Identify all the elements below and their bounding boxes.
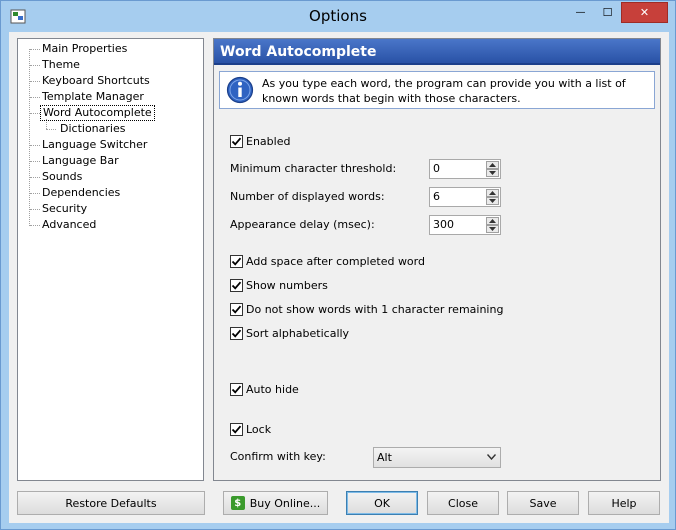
auto-hide-label: Auto hide bbox=[246, 382, 299, 396]
word-autocomplete-panel: Word Autocomplete As you type each word,… bbox=[213, 38, 661, 481]
buy-online-button[interactable]: $ Buy Online... bbox=[223, 491, 328, 515]
show-numbers-label: Show numbers bbox=[246, 278, 328, 292]
min-threshold-spinner[interactable]: 0 bbox=[429, 159, 501, 179]
no-one-char-checkbox[interactable]: Do not show words with 1 character remai… bbox=[230, 301, 503, 317]
panel-title: Word Autocomplete bbox=[214, 39, 660, 65]
show-numbers-checkbox[interactable]: Show numbers bbox=[230, 277, 328, 293]
checkbox-check-icon bbox=[230, 278, 243, 292]
confirm-key-value: Alt bbox=[377, 451, 392, 464]
sort-alphabetically-checkbox[interactable]: Sort alphabetically bbox=[230, 325, 349, 341]
info-icon bbox=[226, 76, 254, 104]
tree-connector bbox=[30, 113, 40, 114]
restore-defaults-label: Restore Defaults bbox=[65, 496, 157, 510]
add-space-label: Add space after completed word bbox=[246, 254, 425, 268]
spin-down-icon[interactable] bbox=[486, 169, 499, 177]
close-label: Close bbox=[448, 496, 478, 510]
maximize-icon: ☐ bbox=[602, 6, 613, 19]
tree-item-template-manager[interactable]: Template Manager bbox=[40, 89, 146, 105]
restore-defaults-button[interactable]: Restore Defaults bbox=[17, 491, 205, 515]
dollar-icon: $ bbox=[230, 496, 245, 510]
close-icon: ✕ bbox=[639, 6, 650, 19]
checkbox-check-icon bbox=[230, 134, 243, 148]
tree-connector bbox=[30, 161, 40, 162]
options-window: Options — ☐ ✕ Main Properties Theme Keyb… bbox=[0, 0, 676, 530]
save-label: Save bbox=[529, 496, 557, 510]
tree-item-word-autocomplete[interactable]: Word Autocomplete bbox=[40, 105, 155, 121]
checkbox-check-icon bbox=[230, 254, 243, 268]
buy-online-label: Buy Online... bbox=[249, 496, 321, 510]
tree-item-sounds[interactable]: Sounds bbox=[40, 169, 84, 185]
help-button[interactable]: Help bbox=[588, 491, 660, 515]
dialog-client-area: Main Properties Theme Keyboard Shortcuts… bbox=[9, 32, 669, 523]
tree-item-keyboard-shortcuts[interactable]: Keyboard Shortcuts bbox=[40, 73, 152, 89]
appearance-delay-label: Appearance delay (msec): bbox=[230, 218, 375, 231]
info-box: As you type each word, the program can p… bbox=[219, 71, 655, 109]
tree-connector bbox=[30, 225, 40, 226]
ok-label: OK bbox=[374, 496, 390, 510]
options-tree[interactable]: Main Properties Theme Keyboard Shortcuts… bbox=[17, 38, 204, 481]
spin-up-icon[interactable] bbox=[486, 161, 499, 169]
tree-item-language-bar[interactable]: Language Bar bbox=[40, 153, 121, 169]
displayed-words-value: 6 bbox=[433, 190, 440, 203]
enabled-label: Enabled bbox=[246, 134, 291, 148]
checkbox-check-icon bbox=[230, 302, 243, 316]
tree-connector bbox=[29, 49, 30, 226]
tree-connector bbox=[30, 65, 40, 66]
tree-item-dictionaries[interactable]: Dictionaries bbox=[58, 121, 127, 137]
minimize-button[interactable]: — bbox=[567, 2, 594, 23]
checkbox-check-icon bbox=[230, 326, 243, 340]
tree-connector bbox=[46, 129, 56, 130]
sort-alphabetically-label: Sort alphabetically bbox=[246, 326, 350, 340]
checkbox-check-icon bbox=[230, 422, 243, 436]
auto-hide-checkbox[interactable]: Auto hide bbox=[230, 381, 299, 397]
appearance-delay-spinner[interactable]: 300 bbox=[429, 215, 501, 235]
confirm-key-select[interactable]: Alt bbox=[373, 447, 501, 468]
displayed-words-spinner[interactable]: 6 bbox=[429, 187, 501, 207]
tree-item-security[interactable]: Security bbox=[40, 201, 89, 217]
tree-item-language-switcher[interactable]: Language Switcher bbox=[40, 137, 149, 153]
save-button[interactable]: Save bbox=[507, 491, 579, 515]
close-button[interactable]: Close bbox=[427, 491, 499, 515]
enabled-checkbox[interactable]: Enabled bbox=[230, 133, 290, 149]
info-text: As you type each word, the program can p… bbox=[262, 77, 626, 105]
close-window-button[interactable]: ✕ bbox=[621, 2, 668, 23]
spin-down-icon[interactable] bbox=[486, 225, 499, 233]
tree-connector bbox=[30, 49, 40, 50]
tree-connector bbox=[30, 145, 40, 146]
min-threshold-value: 0 bbox=[433, 162, 440, 175]
spin-up-icon[interactable] bbox=[486, 217, 499, 225]
lock-checkbox[interactable]: Lock bbox=[230, 421, 271, 437]
tree-item-main-properties[interactable]: Main Properties bbox=[40, 41, 129, 57]
minimize-icon: — bbox=[575, 7, 586, 18]
appearance-delay-value: 300 bbox=[433, 218, 454, 231]
checkbox-check-icon bbox=[230, 382, 243, 396]
tree-item-theme[interactable]: Theme bbox=[40, 57, 82, 73]
tree-connector bbox=[30, 97, 40, 98]
add-space-checkbox[interactable]: Add space after completed word bbox=[230, 253, 425, 269]
min-threshold-label: Minimum character threshold: bbox=[230, 162, 397, 175]
ok-button[interactable]: OK bbox=[346, 491, 418, 515]
no-one-char-label: Do not show words with 1 character remai… bbox=[246, 302, 504, 316]
help-label: Help bbox=[611, 496, 637, 510]
confirm-key-label: Confirm with key: bbox=[230, 450, 326, 463]
tree-item-dependencies[interactable]: Dependencies bbox=[40, 185, 122, 201]
tree-connector bbox=[30, 209, 40, 210]
tree-connector bbox=[30, 193, 40, 194]
displayed-words-label: Number of displayed words: bbox=[230, 190, 385, 203]
spin-down-icon[interactable] bbox=[486, 197, 499, 205]
tree-connector bbox=[30, 177, 40, 178]
title-bar[interactable]: Options — ☐ ✕ bbox=[1, 1, 675, 32]
tree-item-advanced[interactable]: Advanced bbox=[40, 217, 98, 233]
spin-up-icon[interactable] bbox=[486, 189, 499, 197]
chevron-down-icon bbox=[487, 454, 496, 460]
lock-label: Lock bbox=[246, 422, 272, 436]
maximize-button[interactable]: ☐ bbox=[594, 2, 621, 23]
tree-connector bbox=[30, 81, 40, 82]
